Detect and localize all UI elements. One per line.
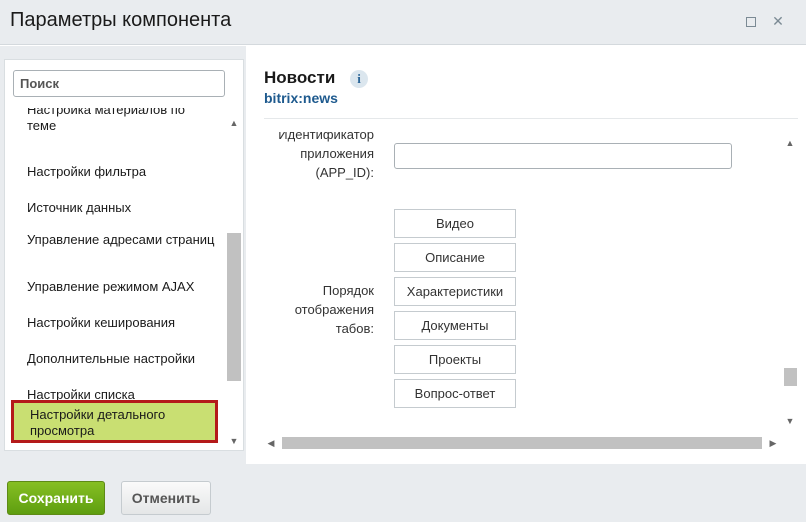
dialog-content: Настройка материалов по теме Настройки ф… [0,46,806,464]
params-horizontal-scrollbar[interactable]: ◀ ▶ [264,435,782,451]
tab-order-documents[interactable]: Документы [394,311,516,340]
sidebar-scrollbar-thumb[interactable] [227,233,241,381]
component-panel: Новости i bitrix:news Идентификатор прил… [246,46,806,464]
sidebar-item-url-management[interactable]: Управление адресами страниц [27,232,217,248]
scroll-left-icon[interactable]: ◀ [264,436,278,450]
sections-list: Настройка материалов по теме Настройки ф… [5,108,227,450]
scroll-up-icon[interactable]: ▲ [783,136,797,150]
close-icon[interactable]: ✕ [770,13,786,29]
scroll-down-icon[interactable]: ▼ [227,434,241,448]
scroll-right-icon[interactable]: ▶ [766,436,780,450]
save-button[interactable]: Сохранить [7,481,105,515]
cancel-button[interactable]: Отменить [121,481,211,515]
params-form: Идентификатор приложения (APP_ID): Поряд… [264,132,786,432]
app-id-label: Идентификатор приложения (APP_ID): [278,132,374,180]
dialog-footer: Сохранить Отменить [0,464,806,522]
tab-order-projects[interactable]: Проекты [394,345,516,374]
horizontal-scrollbar-thumb[interactable] [282,437,762,449]
tab-order-description[interactable]: Описание [394,243,516,272]
tab-order-faq[interactable]: Вопрос-ответ [394,379,516,408]
window-title: Параметры компонента [10,9,232,31]
params-scrollbar[interactable]: ▲ ▼ [782,132,798,432]
tab-order-specifications[interactable]: Характеристики [394,277,516,306]
tabs-order-label: Порядок отображения табов: [294,283,374,336]
window-titlebar: Параметры компонента ✕ [0,0,806,45]
component-title: Новости [264,68,336,87]
sidebar-item-additional[interactable]: Дополнительные настройки [27,351,217,367]
params-scrollbar-thumb[interactable] [784,368,797,386]
scroll-down-icon[interactable]: ▼ [783,414,797,428]
search-input[interactable] [13,70,225,97]
sidebar-item-filter[interactable]: Настройки фильтра [27,164,217,180]
scroll-up-icon[interactable]: ▲ [227,116,241,130]
app-id-input[interactable] [394,143,732,169]
header-divider [264,118,798,119]
sidebar-item-caching[interactable]: Настройки кеширования [27,315,217,331]
sidebar-item-ajax-mode[interactable]: Управление режимом AJAX [27,279,217,295]
sidebar-item-data-source[interactable]: Источник данных [27,200,217,216]
sections-sidebar: Настройка материалов по теме Настройки ф… [4,59,244,451]
tab-order-video[interactable]: Видео [394,209,516,238]
info-icon[interactable]: i [350,70,368,88]
component-code: bitrix:news [264,90,338,106]
maximize-icon[interactable] [742,13,758,29]
sidebar-item-related-materials[interactable]: Настройка материалов по теме [27,108,217,134]
sidebar-item-detail-view[interactable]: Настройки детального просмотра [11,400,218,443]
